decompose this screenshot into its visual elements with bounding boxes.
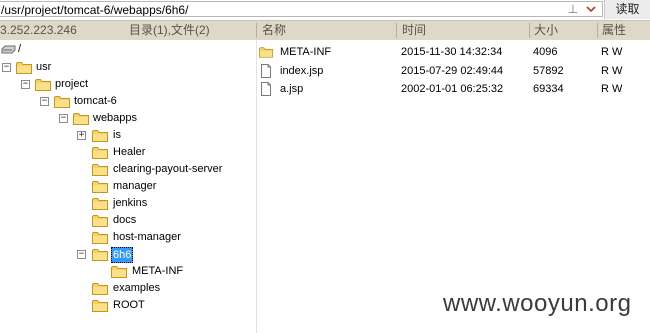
tree-item-label: webapps [93, 112, 138, 124]
tree-item-label: host-manager [113, 231, 181, 243]
folder-icon [16, 61, 32, 74]
folder-icon [92, 197, 108, 210]
table-row[interactable]: a.jsp 2002-01-01 06:25:32 69334 R W [257, 80, 650, 98]
tree-item-meta-inf[interactable]: META-INF [0, 263, 190, 280]
tree-item-label: is [113, 129, 121, 141]
tree-item-label: META-INF [132, 265, 184, 277]
tree-item-label: ROOT [113, 299, 145, 311]
file-size: 4096 [533, 46, 558, 58]
file-name: index.jsp [280, 65, 324, 77]
tree-item-host-manager[interactable]: host-manager [0, 229, 200, 246]
file-time: 2002-01-01 06:25:32 [401, 83, 504, 95]
folder-icon [92, 214, 108, 227]
tree-item-tomcat[interactable]: − tomcat-6 [0, 93, 130, 110]
tree-item-root-app[interactable]: ROOT [0, 297, 170, 314]
folder-icon [92, 129, 108, 142]
folder-icon [54, 95, 70, 108]
tree-item-clearing-payout-server[interactable]: clearing-payout-server [0, 161, 230, 178]
server-ip: 3.252.223.246 [0, 23, 77, 37]
tree-item-webapps[interactable]: − webapps [0, 110, 150, 127]
file-size: 69334 [533, 83, 564, 95]
folder-icon [92, 231, 108, 244]
folder-icon [259, 45, 273, 59]
file-icon [261, 64, 271, 78]
folder-icon [73, 112, 89, 125]
file-size: 57892 [533, 65, 564, 77]
folder-icon [92, 282, 108, 295]
file-name: META-INF [280, 46, 332, 58]
tree-item-label: manager [113, 180, 157, 192]
collapse-icon[interactable]: − [21, 80, 30, 89]
collapse-icon[interactable]: − [59, 114, 68, 123]
read-button[interactable]: 读取 [604, 0, 650, 19]
directory-tree: / − usr − project − tomcat-6 − webapps +… [0, 40, 256, 333]
tree-item-is[interactable]: + is [0, 127, 140, 144]
column-name[interactable]: 名称 [262, 21, 286, 40]
path-input[interactable]: /usr/project/tomcat-6/webapps/6h6/ [0, 1, 603, 17]
tree-item-label: usr [36, 61, 52, 73]
expand-icon[interactable]: + [77, 131, 86, 140]
folder-icon [92, 146, 108, 159]
file-time: 2015-11-30 14:32:34 [401, 46, 503, 58]
collapse-icon[interactable]: − [77, 250, 86, 259]
tree-item-label: Healer [113, 146, 146, 158]
tree-item-healer[interactable]: Healer [0, 144, 160, 161]
table-row[interactable]: META-INF 2015-11-30 14:32:34 4096 R W [257, 43, 650, 61]
column-header: 3.252.223.246 目录(1),文件(2) 名称 时间 大小 属性 [0, 20, 650, 40]
collapse-icon[interactable]: − [40, 97, 49, 106]
tree-item-jenkins[interactable]: jenkins [0, 195, 170, 212]
tree-item-examples[interactable]: examples [0, 280, 170, 297]
tree-item-project[interactable]: − project [0, 76, 110, 93]
tree-item-manager[interactable]: manager [0, 178, 170, 195]
tree-item-label: tomcat-6 [74, 95, 117, 107]
folder-icon [92, 163, 108, 176]
path-bar: /usr/project/tomcat-6/webapps/6h6/ ⊥ 读取 [0, 0, 650, 20]
chevron-down-icon[interactable] [583, 2, 599, 16]
tree-summary: 目录(1),文件(2) [129, 23, 210, 37]
folder-icon [92, 299, 108, 312]
tree-item-docs[interactable]: docs [0, 212, 170, 229]
file-time: 2015-07-29 02:49:44 [401, 65, 504, 77]
tree-item-label: examples [113, 282, 161, 294]
file-name: a.jsp [280, 83, 304, 95]
tree-item-label: jenkins [113, 197, 148, 209]
file-attributes: R W [601, 65, 623, 77]
collapse-icon[interactable]: − [2, 63, 11, 72]
tree-item-usr[interactable]: − usr [0, 59, 80, 76]
file-icon [261, 82, 271, 96]
tree-item-label: project [55, 78, 89, 90]
tree-item-label-selected: 6h6 [111, 247, 134, 263]
folder-icon [92, 180, 108, 193]
column-attributes[interactable]: 属性 [602, 21, 626, 40]
tree-item-label: / [18, 43, 22, 55]
file-attributes: R W [601, 46, 623, 58]
tree-item-label: docs [113, 214, 137, 226]
folder-icon [92, 248, 108, 261]
tree-item-6h6[interactable]: − 6h6 [0, 246, 150, 263]
column-size[interactable]: 大小 [534, 21, 558, 40]
file-attributes: R W [601, 83, 623, 95]
watermark: www.wooyun.org [443, 290, 632, 317]
pin-icon[interactable]: ⊥ [566, 2, 580, 16]
column-time[interactable]: 时间 [402, 21, 426, 40]
folder-icon [111, 265, 127, 278]
folder-icon [35, 78, 51, 91]
tree-item-label: clearing-payout-server [113, 163, 223, 175]
drive-icon [1, 45, 16, 54]
table-row[interactable]: index.jsp 2015-07-29 02:49:44 57892 R W [257, 62, 650, 80]
tree-item-root[interactable]: / [0, 41, 60, 58]
